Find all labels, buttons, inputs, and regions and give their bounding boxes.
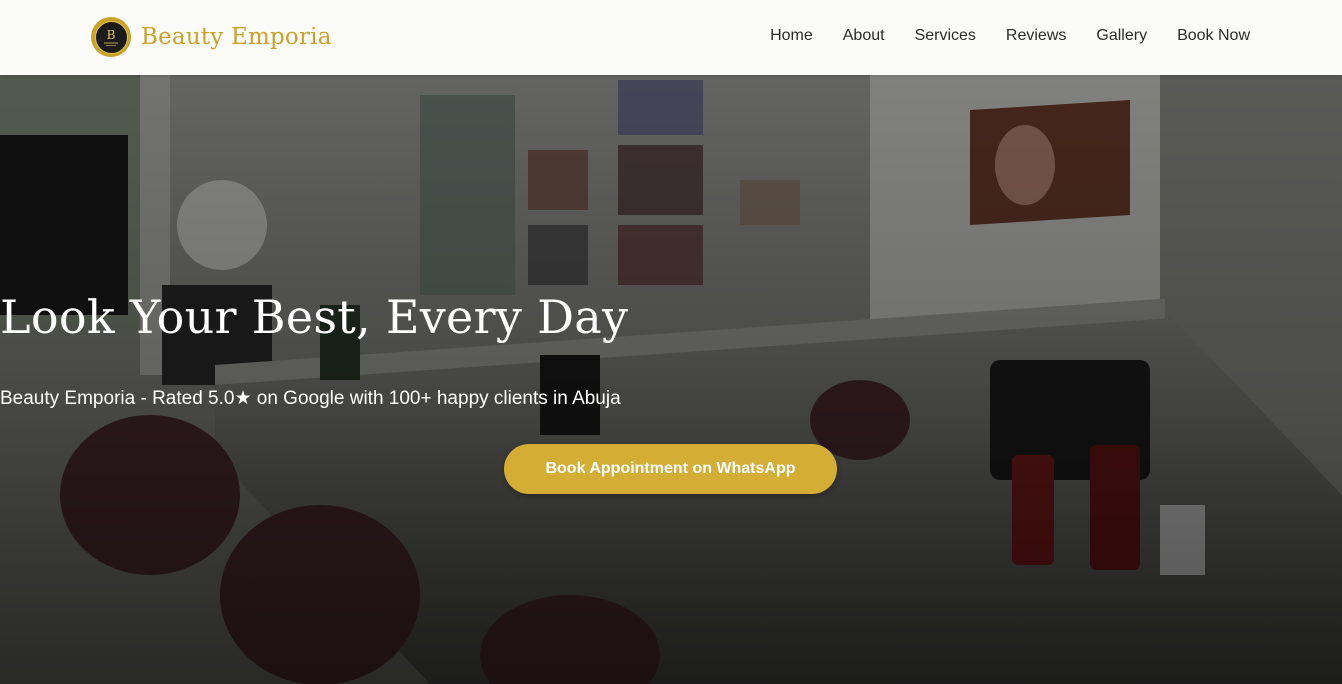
hero-section: Look Your Best, Every Day Beauty Emporia… <box>0 75 1342 684</box>
nav-gallery[interactable]: Gallery <box>1096 27 1147 45</box>
nav-services[interactable]: Services <box>915 27 976 45</box>
hero-overlay <box>0 75 1342 684</box>
nav-home[interactable]: Home <box>770 27 813 45</box>
book-whatsapp-button[interactable]: Book Appointment on WhatsApp <box>504 444 837 494</box>
site-header: B Beauty Emporia Home About Services Rev… <box>0 0 1342 75</box>
brand-name[interactable]: Beauty Emporia <box>141 24 332 50</box>
nav-book-now[interactable]: Book Now <box>1177 27 1250 45</box>
nav-about[interactable]: About <box>843 27 885 45</box>
brand-logo-icon[interactable]: B <box>91 17 131 57</box>
brand[interactable]: B Beauty Emporia <box>91 17 332 57</box>
svg-text:B: B <box>107 28 116 42</box>
hero-title: Look Your Best, Every Day <box>0 290 629 344</box>
main-nav: Home About Services Reviews Gallery Book… <box>740 27 1250 45</box>
nav-reviews[interactable]: Reviews <box>1006 27 1066 45</box>
hero-subtitle: Beauty Emporia - Rated 5.0★ on Google wi… <box>0 388 621 409</box>
